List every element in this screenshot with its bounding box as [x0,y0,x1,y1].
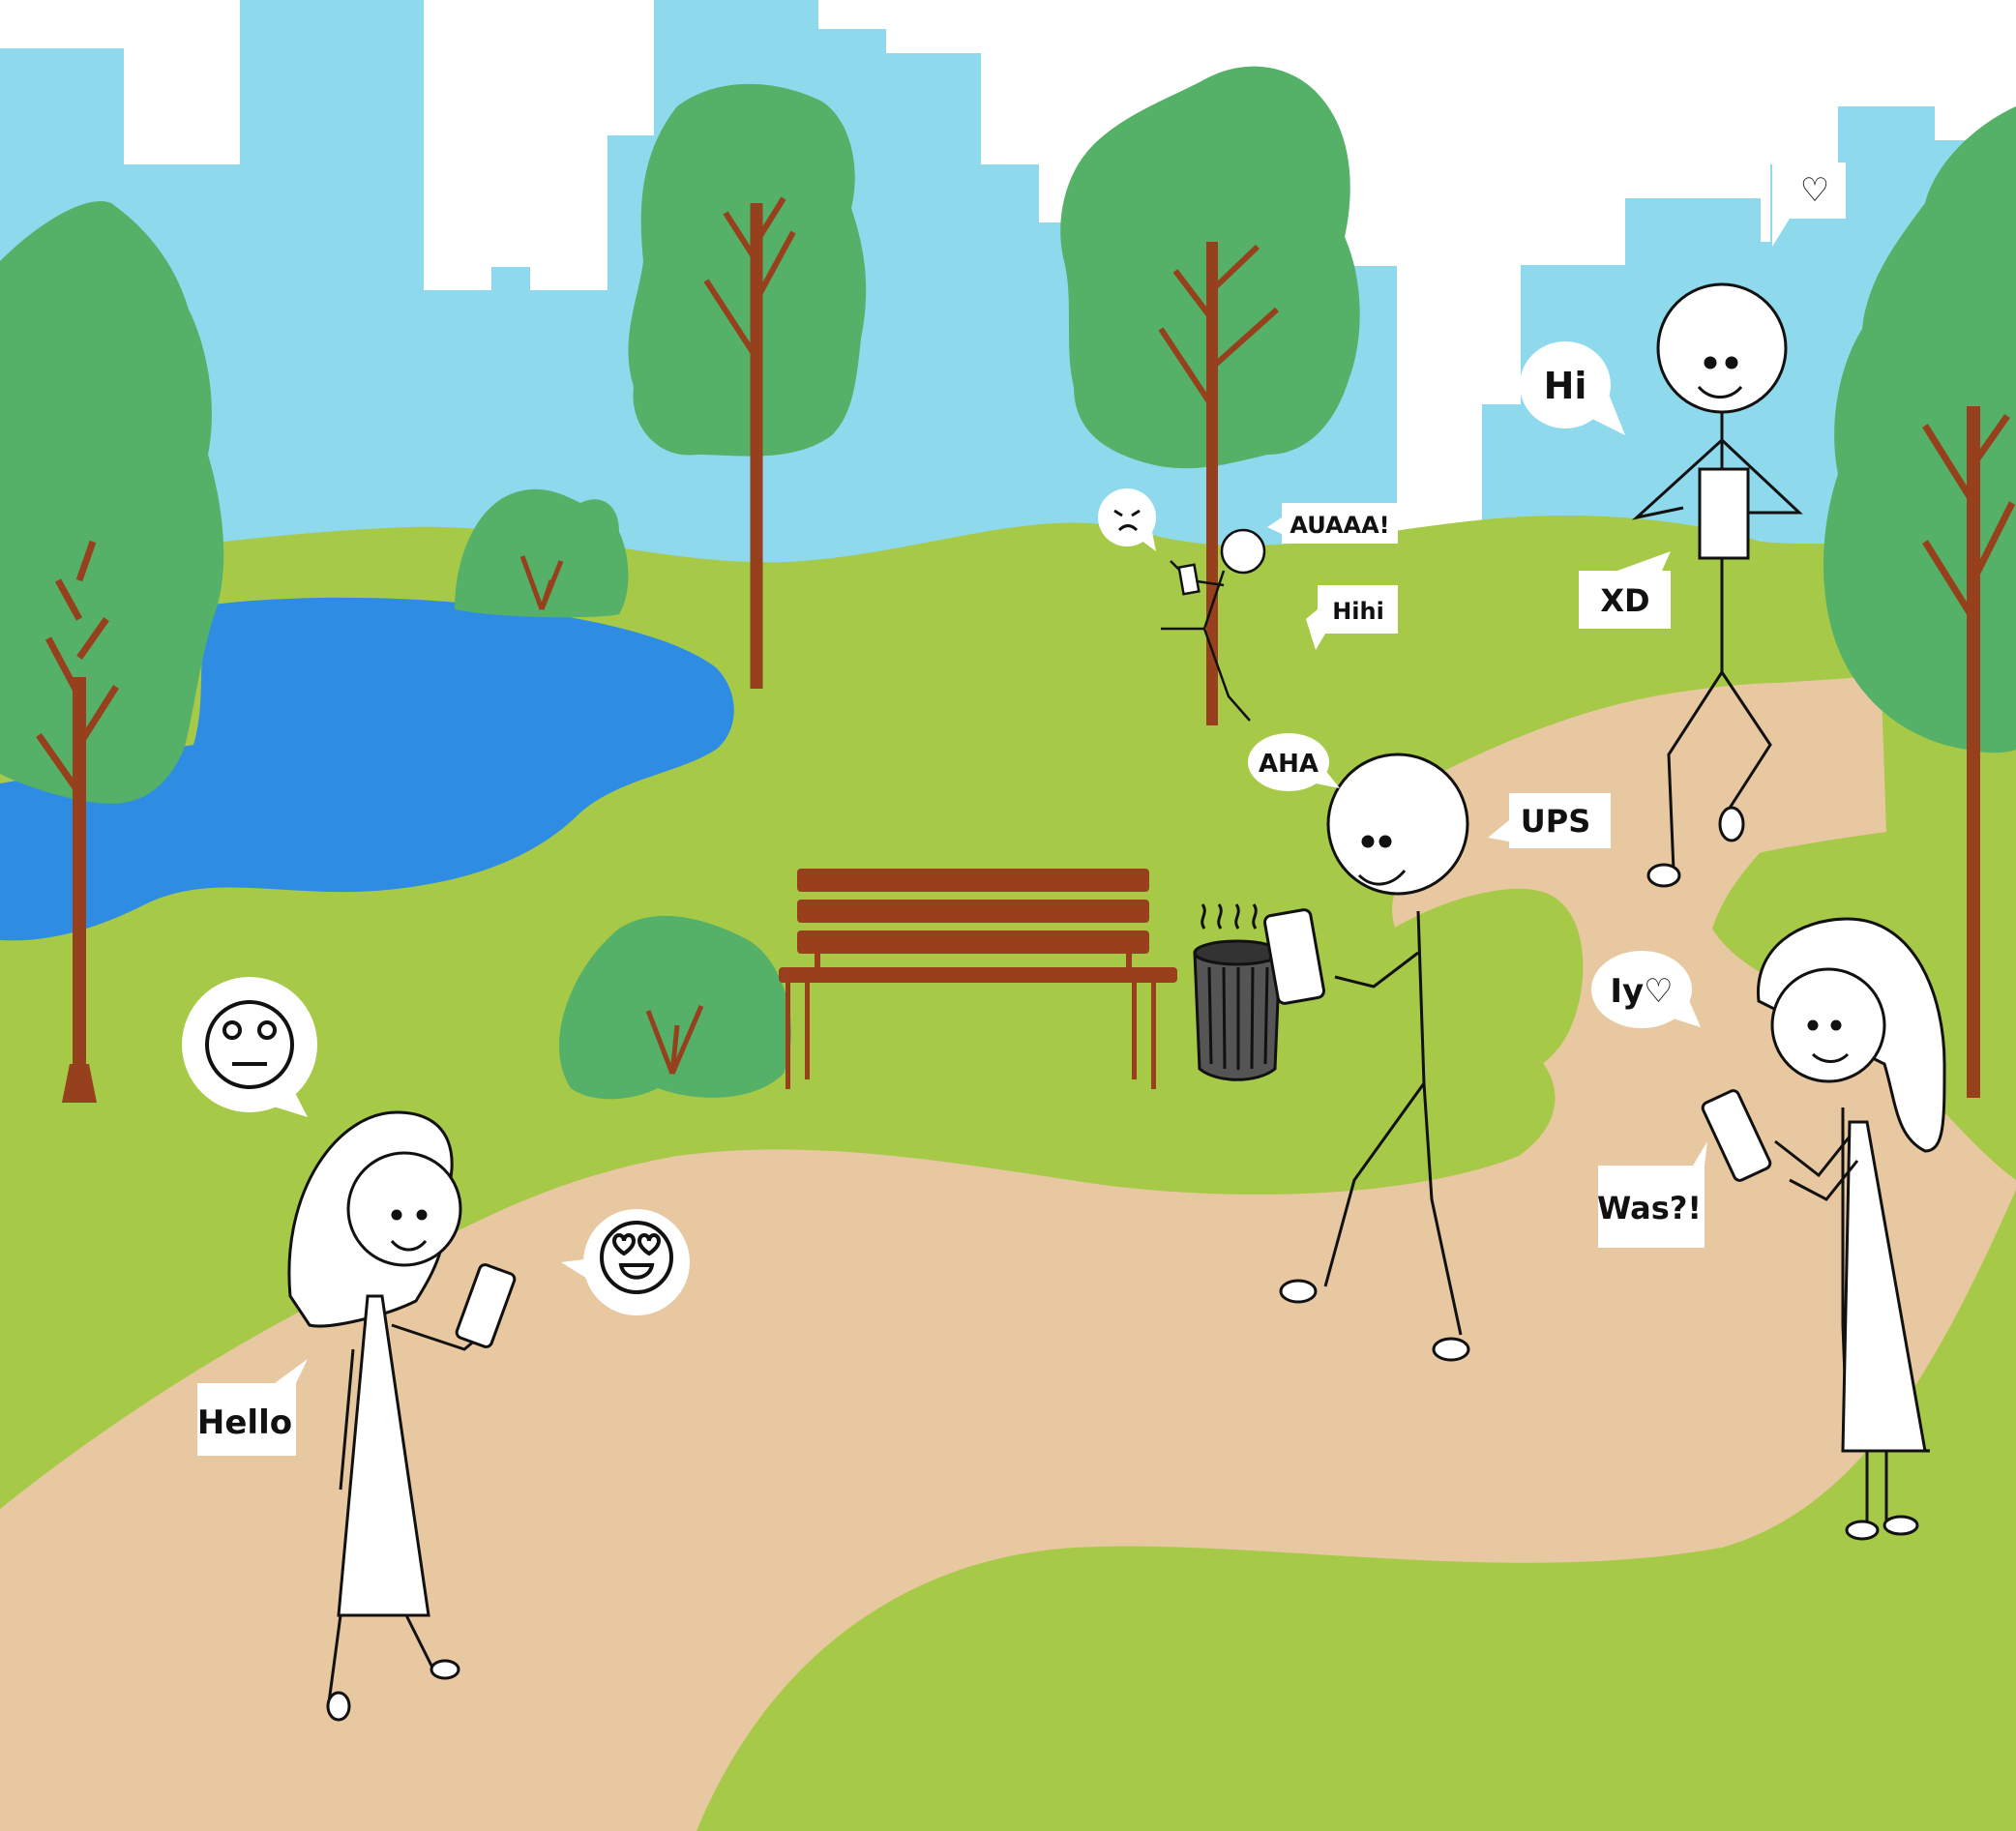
hihi-text: Hihi [1332,598,1384,625]
speech-bubble-auaaa: AUAAA! [1267,503,1398,544]
xd-text: XD [1600,582,1649,619]
was-text: Was?! [1597,1190,1702,1226]
ups-text: UPS [1521,803,1590,840]
aha-text: AHA [1259,750,1319,779]
ily-text: Iy♡ [1610,972,1673,1011]
heart-text: ♡ [1800,171,1829,210]
auaaa-text: AUAAA! [1290,512,1389,539]
hello-text: Hello [197,1403,292,1442]
park-scene: Hello AUAAA! Hihi AHA UPS Hi XD ♡ Iy♡ Wa… [0,0,2016,1831]
hi-text: Hi [1544,365,1587,407]
